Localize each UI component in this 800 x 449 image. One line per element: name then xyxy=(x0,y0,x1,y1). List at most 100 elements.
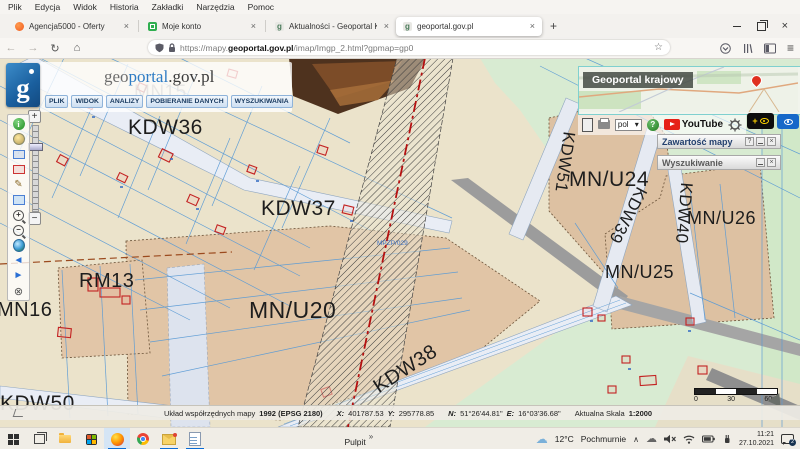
geoportal-favicon: g xyxy=(403,22,412,31)
bookmark-star-icon[interactable]: ☆ xyxy=(654,42,663,53)
reload-icon[interactable]: ↻ xyxy=(44,42,66,55)
gp-menu-pobieranie[interactable]: POBIERANIE DANYCH xyxy=(146,95,227,108)
zoom-in-tool-icon[interactable]: + xyxy=(13,210,24,221)
tab-close-icon[interactable]: × xyxy=(249,21,256,31)
zoom-out-tool-icon[interactable]: − xyxy=(13,225,24,236)
panel-search[interactable]: Wyszukiwanie × xyxy=(657,155,781,170)
new-tab-button[interactable]: + xyxy=(550,19,557,33)
url-text[interactable]: https://mapy.geoportal.gov.pl/imap/Imgp_… xyxy=(180,43,650,53)
gp-menu-analizy[interactable]: ANALIZY xyxy=(106,95,143,108)
lock-icon xyxy=(168,43,176,53)
tab-close-icon[interactable]: × xyxy=(528,21,535,31)
select-area-icon[interactable] xyxy=(13,150,25,159)
chrome-taskbar-button[interactable] xyxy=(130,428,156,449)
menu-item-pomoc[interactable]: Pomoc xyxy=(248,2,274,12)
notes-taskbar-button[interactable] xyxy=(182,428,208,449)
library-icon[interactable] xyxy=(742,43,753,54)
print-icon[interactable] xyxy=(598,120,610,129)
tab-agencja[interactable]: Agencja5000 - Oferty × xyxy=(8,17,136,36)
home-icon[interactable]: ⌂ xyxy=(66,42,88,54)
desktop-toolbar[interactable]: Pulpit » xyxy=(344,432,373,447)
weather-condition[interactable]: Pochmurnie xyxy=(581,434,626,444)
toolbar-expand-icon[interactable]: » xyxy=(369,432,373,441)
geoportal-menu: PLIK WIDOK ANALIZY POBIERANIE DANYCH WYS… xyxy=(45,95,293,108)
gp-menu-plik[interactable]: PLIK xyxy=(45,95,68,108)
window-minimize-icon[interactable] xyxy=(733,26,741,27)
panel-minimize-button[interactable] xyxy=(756,158,765,167)
panel-minimize-button[interactable] xyxy=(756,137,765,146)
tab-separator xyxy=(138,20,139,32)
zoom-slider-track[interactable] xyxy=(32,125,39,212)
full-extent-icon[interactable] xyxy=(13,195,25,205)
wifi-icon[interactable] xyxy=(683,434,695,444)
notification-button[interactable]: 2 xyxy=(781,433,794,445)
youtube-button[interactable]: YouTube xyxy=(664,119,723,130)
overview-map[interactable]: Geoportal krajowy xyxy=(578,66,800,115)
gp-menu-wyszukiwania[interactable]: WYSZUKIWANIA xyxy=(231,95,293,108)
page-icon[interactable] xyxy=(582,118,593,132)
gp-menu-widok[interactable]: WIDOK xyxy=(71,95,102,108)
forward-icon[interactable]: → xyxy=(22,42,44,54)
high-contrast-button[interactable]: + xyxy=(747,113,774,129)
menu-item-historia[interactable]: Historia xyxy=(110,2,139,12)
task-view-button[interactable] xyxy=(26,428,52,449)
start-button[interactable] xyxy=(0,428,26,449)
select-extent-icon[interactable] xyxy=(13,165,25,174)
tab-close-icon[interactable]: × xyxy=(122,21,129,31)
draw-icon[interactable]: ✎ xyxy=(13,179,25,191)
settings-wheel-icon[interactable] xyxy=(728,118,742,132)
sidebar-icon[interactable] xyxy=(764,43,776,54)
url-bar[interactable]: https://mapy.geoportal.gov.pl/imap/Imgp_… xyxy=(148,40,670,55)
mail-taskbar-button[interactable] xyxy=(156,428,182,449)
onedrive-icon[interactable]: ☁ xyxy=(646,434,657,445)
battery-icon[interactable] xyxy=(702,435,715,443)
panel-map-content[interactable]: Zawartość mapy ? × xyxy=(657,134,781,149)
overview-title: Geoportal krajowy xyxy=(583,72,693,88)
weather-icon[interactable]: ☁ xyxy=(536,433,548,445)
panel-close-button[interactable]: × xyxy=(767,158,776,167)
tab-moje-konto[interactable]: Moje konto × xyxy=(141,17,263,36)
tab-geoportal-active[interactable]: g geoportal.gov.pl × xyxy=(396,17,542,36)
zoom-slider-handle[interactable] xyxy=(28,143,43,151)
menu-item-edycja[interactable]: Edycja xyxy=(35,2,61,12)
app-menu-icon[interactable]: ≡ xyxy=(787,41,794,55)
tab-aktualnosci[interactable]: g Aktualności - Geoportal Krajowy × xyxy=(268,17,396,36)
menu-item-zakladki[interactable]: Zakładki xyxy=(152,2,184,12)
task-view-icon xyxy=(34,434,45,444)
menu-item-widok[interactable]: Widok xyxy=(73,2,97,12)
help-button[interactable]: ? xyxy=(647,119,659,131)
geoportal-logo[interactable]: g xyxy=(6,63,40,107)
tab-close-icon[interactable]: × xyxy=(382,21,389,31)
identify-icon[interactable] xyxy=(13,133,25,145)
file-explorer-button[interactable] xyxy=(52,428,78,449)
language-select[interactable]: pol ▾ xyxy=(615,119,642,131)
volume-muted-icon[interactable] xyxy=(664,434,676,444)
tray-chevron-icon[interactable]: ∧ xyxy=(633,435,639,444)
info-icon[interactable]: i xyxy=(13,118,25,130)
clock[interactable]: 11:21 27.10.2021 xyxy=(739,430,774,449)
shield-icon[interactable] xyxy=(155,43,164,53)
weather-temp[interactable]: 12°C xyxy=(555,434,574,444)
tab-title: Aktualności - Geoportal Krajowy xyxy=(289,22,377,31)
usb-plug-icon[interactable] xyxy=(722,434,732,444)
menu-item-plik[interactable]: Plik xyxy=(8,2,22,12)
panel-help-button[interactable]: ? xyxy=(745,137,754,146)
e-value: 16°03'36.68" xyxy=(518,409,561,418)
back-icon[interactable]: ← xyxy=(0,42,22,54)
accessibility-eye-button[interactable] xyxy=(777,114,799,129)
desktop-toolbar-label[interactable]: Pulpit xyxy=(344,432,365,447)
measure-icon[interactable] xyxy=(13,409,26,417)
menu-item-narzedzia[interactable]: Narzędzia xyxy=(196,2,234,12)
window-close-icon[interactable]: × xyxy=(782,20,788,32)
close-tools-icon[interactable]: ⊗ xyxy=(13,285,25,297)
panel-close-button[interactable]: × xyxy=(767,137,776,146)
globe-icon[interactable] xyxy=(13,239,25,252)
panel-title: Zawartość mapy xyxy=(662,137,743,147)
firefox-taskbar-button[interactable] xyxy=(104,428,130,449)
store-button[interactable] xyxy=(78,428,104,449)
pocket-icon[interactable] xyxy=(720,43,731,54)
next-view-icon[interactable]: ► xyxy=(13,270,25,282)
window-restore-icon[interactable] xyxy=(757,22,766,31)
previous-view-icon[interactable]: ◄ xyxy=(13,255,25,267)
zone-label-mnu20: MN/U20 xyxy=(249,297,336,324)
